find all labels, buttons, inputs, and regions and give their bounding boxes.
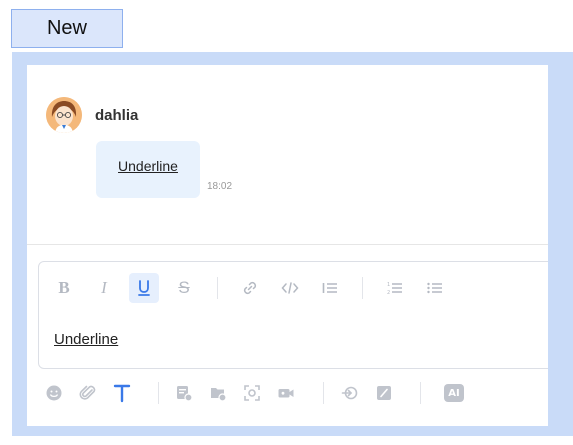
editor-content[interactable]: Underline (54, 331, 118, 348)
attachment-button[interactable] (76, 381, 100, 405)
strikethrough-button[interactable]: S (169, 273, 199, 303)
svg-text:2: 2 (387, 290, 390, 295)
link-icon (243, 281, 257, 295)
screenshot-button[interactable] (240, 381, 264, 405)
ai-icon: AI (444, 384, 464, 402)
new-tab-label: New (46, 17, 87, 39)
italic-button[interactable]: I (89, 273, 119, 303)
avatar[interactable] (46, 97, 82, 133)
bullet-list-icon (427, 282, 442, 294)
blockquote-button[interactable] (315, 273, 345, 303)
video-call-button[interactable] (274, 381, 298, 405)
document-icon (177, 386, 193, 402)
message-text: Underline (118, 157, 178, 174)
cloud-doc-button[interactable] (172, 381, 196, 405)
transfer-icon (341, 386, 358, 400)
new-tab[interactable]: New (11, 9, 123, 48)
pen-board-icon (377, 386, 391, 400)
text-format-icon (113, 384, 131, 403)
toolbar-separator (323, 382, 324, 404)
emoji-icon (46, 385, 62, 401)
ai-button[interactable]: AI (442, 381, 466, 405)
text-format-button[interactable] (110, 381, 134, 405)
toolbar-separator (420, 382, 421, 404)
bold-label: B (58, 278, 70, 297)
code-icon (281, 282, 299, 294)
chat-panel: dahlia Underline 18:02 B I S 1 2 Underli… (27, 65, 548, 426)
svg-text:1: 1 (387, 282, 390, 288)
bullet-list-button[interactable] (420, 273, 450, 303)
underline-icon (138, 280, 150, 296)
toolbar-separator (362, 277, 363, 299)
message-bubble: Underline (96, 141, 200, 198)
divider (27, 244, 548, 245)
toolbar-separator (217, 277, 218, 299)
whiteboard-button[interactable] (372, 381, 396, 405)
paperclip-icon (79, 385, 96, 400)
folder-icon (211, 388, 227, 402)
italic-label: I (101, 278, 107, 297)
screenshot-icon (244, 385, 260, 401)
link-button[interactable] (235, 273, 265, 303)
folder-button[interactable] (206, 381, 230, 405)
code-button[interactable] (275, 273, 305, 303)
ordered-list-icon: 1 2 (387, 282, 402, 295)
video-camera-icon (278, 389, 294, 398)
toolbar-separator (158, 382, 159, 404)
underline-button[interactable] (129, 273, 159, 303)
username: dahlia (95, 107, 139, 124)
ordered-list-button[interactable]: 1 2 (380, 273, 410, 303)
message-time: 18:02 (207, 181, 233, 192)
message-editor[interactable]: B I S 1 2 Underline (38, 261, 548, 369)
strikethrough-label: S (178, 278, 190, 297)
bold-button[interactable]: B (49, 273, 79, 303)
send-file-button[interactable] (338, 381, 362, 405)
ai-label: AI (448, 387, 460, 399)
emoji-button[interactable] (42, 381, 66, 405)
blockquote-icon (322, 283, 337, 293)
